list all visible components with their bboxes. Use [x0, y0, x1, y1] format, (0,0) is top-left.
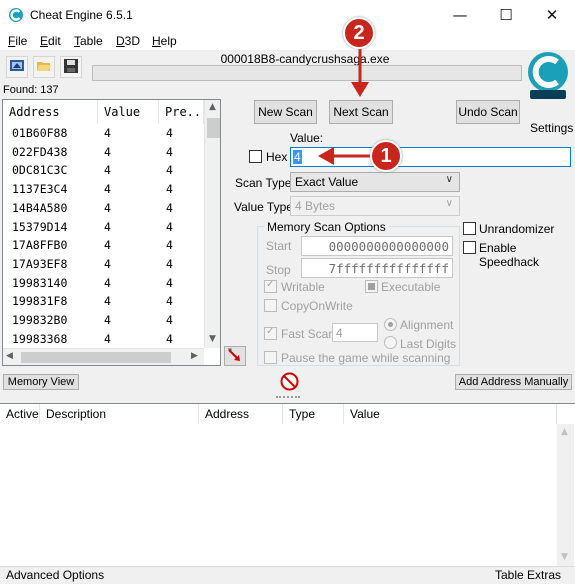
- annotation-arrows: [318, 46, 372, 165]
- annotation-badge-1: 1: [370, 140, 402, 172]
- annotation-badge-2: 2: [343, 17, 375, 49]
